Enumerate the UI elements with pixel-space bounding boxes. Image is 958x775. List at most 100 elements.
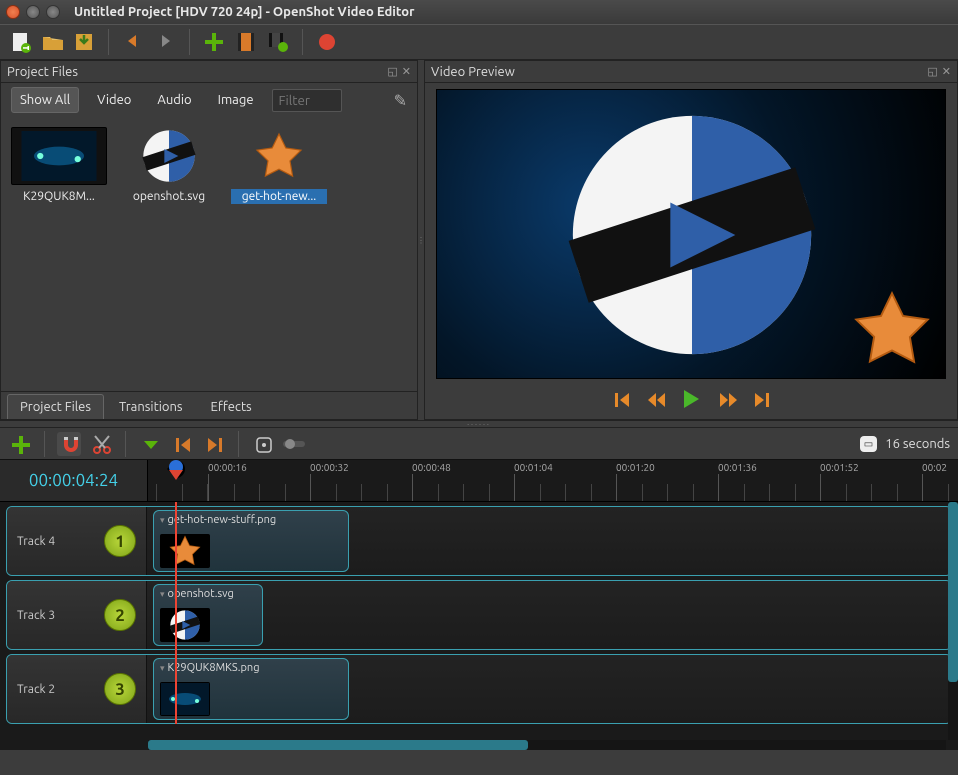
track-header[interactable]: Track 4 1 bbox=[7, 507, 147, 575]
undo-button[interactable] bbox=[121, 30, 145, 54]
ruler-label: 00:01:20 bbox=[616, 462, 655, 473]
timeline-toolbar: ▭ 16 seconds bbox=[0, 428, 958, 460]
chevron-down-icon: ▾ bbox=[160, 515, 165, 526]
new-project-button[interactable] bbox=[8, 30, 32, 54]
preview-screen[interactable] bbox=[436, 89, 946, 379]
filter-show-all-button[interactable]: Show All bbox=[11, 87, 79, 113]
previous-marker-button[interactable] bbox=[170, 432, 194, 456]
open-project-button[interactable] bbox=[40, 30, 64, 54]
chevron-down-icon: ▾ bbox=[160, 589, 165, 600]
track-row[interactable]: Track 3 2 ▾openshot.svg bbox=[6, 580, 952, 650]
clip-thumbnail bbox=[160, 608, 210, 642]
file-item[interactable]: openshot.svg bbox=[121, 127, 217, 204]
jump-start-button[interactable] bbox=[611, 389, 631, 409]
clip-thumbnail bbox=[160, 534, 210, 568]
file-item[interactable]: get-hot-new... bbox=[231, 127, 327, 204]
clip-title: ▾get-hot-new-stuff.png bbox=[154, 511, 348, 529]
horizontal-splitter[interactable]: ······ bbox=[0, 420, 958, 428]
track-header[interactable]: Track 3 2 bbox=[7, 581, 147, 649]
import-files-button[interactable] bbox=[202, 30, 226, 54]
tab-project-files[interactable]: Project Files bbox=[7, 394, 104, 419]
filter-audio-button[interactable]: Audio bbox=[149, 88, 199, 112]
clip-thumbnail bbox=[160, 682, 210, 716]
timeline-v-scrollbar[interactable] bbox=[948, 502, 958, 740]
zoom-slider[interactable] bbox=[283, 441, 305, 447]
project-files-title: Project Files bbox=[7, 65, 78, 79]
file-label: K29QUK8M... bbox=[11, 189, 107, 204]
panel-float-icon[interactable]: ◱ bbox=[387, 65, 397, 78]
panel-close-icon[interactable]: ✕ bbox=[942, 65, 951, 78]
playback-controls bbox=[611, 383, 771, 415]
window-title: Untitled Project [HDV 720 24p] - OpenSho… bbox=[74, 5, 414, 19]
center-playhead-button[interactable] bbox=[251, 432, 275, 456]
timeline-ruler[interactable]: 00:00:1600:00:3200:00:4800:01:0400:01:20… bbox=[148, 460, 958, 501]
add-marker-button[interactable] bbox=[138, 432, 162, 456]
track-name: Track 2 bbox=[17, 683, 55, 696]
timeline-v-scroll-thumb[interactable] bbox=[948, 502, 958, 682]
track-body[interactable]: ▾openshot.svg bbox=[147, 581, 951, 649]
panel-float-icon[interactable]: ◱ bbox=[927, 65, 937, 78]
window-minimize-button[interactable] bbox=[26, 5, 40, 19]
ruler-label: 00:01:36 bbox=[718, 462, 757, 473]
record-button[interactable] bbox=[315, 30, 339, 54]
toolbar-separator bbox=[302, 29, 303, 55]
ruler-label: 00:01:52 bbox=[820, 462, 859, 473]
file-item[interactable]: K29QUK8M... bbox=[11, 127, 107, 204]
track-badge: 1 bbox=[104, 525, 136, 557]
zoom-badge-icon: ▭ bbox=[860, 436, 877, 452]
window-close-button[interactable] bbox=[6, 5, 20, 19]
track-body[interactable]: ▾get-hot-new-stuff.png bbox=[147, 507, 951, 575]
timeline-h-scroll-thumb[interactable] bbox=[148, 740, 528, 750]
timeline: 00:00:04:24 00:00:1600:00:3200:00:4800:0… bbox=[0, 460, 958, 750]
track-body[interactable]: ▾K29QUK8MKS.png bbox=[147, 655, 951, 723]
track-header[interactable]: Track 2 3 bbox=[7, 655, 147, 723]
export-video-button[interactable] bbox=[266, 30, 290, 54]
ruler-label: 00:00:32 bbox=[310, 462, 349, 473]
clear-filter-icon[interactable]: ✎ bbox=[394, 91, 407, 110]
track-badge: 2 bbox=[104, 599, 136, 631]
track-name: Track 4 bbox=[17, 535, 55, 548]
jump-end-button[interactable] bbox=[751, 389, 771, 409]
filter-image-button[interactable]: Image bbox=[210, 88, 262, 112]
tab-transitions[interactable]: Transitions bbox=[106, 394, 196, 419]
track-badge: 3 bbox=[104, 673, 136, 705]
project-tabs: Project Files Transitions Effects bbox=[1, 391, 417, 419]
project-files-panel: Project Files ◱ ✕ Show All Video Audio I… bbox=[0, 60, 418, 420]
window-maximize-button[interactable] bbox=[46, 5, 60, 19]
rewind-button[interactable] bbox=[645, 389, 665, 409]
playhead-line[interactable] bbox=[175, 502, 177, 724]
filter-row: Show All Video Audio Image ✎ bbox=[1, 83, 417, 117]
play-button[interactable] bbox=[679, 387, 703, 411]
tab-effects[interactable]: Effects bbox=[198, 394, 265, 419]
razor-button[interactable] bbox=[89, 432, 113, 456]
track-row[interactable]: Track 4 1 ▾get-hot-new-stuff.png bbox=[6, 506, 952, 576]
filter-video-button[interactable]: Video bbox=[89, 88, 139, 112]
timecode-display[interactable]: 00:00:04:24 bbox=[0, 460, 148, 501]
timeline-clip[interactable]: ▾K29QUK8MKS.png bbox=[153, 658, 349, 720]
save-project-button[interactable] bbox=[72, 30, 96, 54]
track-row[interactable]: Track 2 3 ▾K29QUK8MKS.png bbox=[6, 654, 952, 724]
video-preview-title: Video Preview bbox=[431, 65, 515, 79]
clip-title: ▾K29QUK8MKS.png bbox=[154, 659, 348, 677]
filter-input[interactable] bbox=[272, 89, 342, 112]
timeline-clip[interactable]: ▾get-hot-new-stuff.png bbox=[153, 510, 349, 572]
files-grid[interactable]: K29QUK8M... openshot.svg get-hot-new... bbox=[1, 117, 417, 391]
next-marker-button[interactable] bbox=[202, 432, 226, 456]
timeline-clip[interactable]: ▾openshot.svg bbox=[153, 584, 263, 646]
toolbar-separator bbox=[189, 29, 190, 55]
window-titlebar: Untitled Project [HDV 720 24p] - OpenSho… bbox=[0, 0, 958, 24]
ruler-label: 00:02 bbox=[922, 462, 947, 473]
main-toolbar bbox=[0, 24, 958, 60]
snapping-button[interactable] bbox=[57, 432, 81, 456]
chevron-down-icon: ▾ bbox=[160, 663, 165, 674]
video-preview-panel: Video Preview ◱ ✕ bbox=[424, 60, 958, 420]
file-label: openshot.svg bbox=[121, 189, 217, 204]
toolbar-separator bbox=[108, 29, 109, 55]
add-track-button[interactable] bbox=[8, 432, 32, 456]
fast-forward-button[interactable] bbox=[717, 389, 737, 409]
panel-close-icon[interactable]: ✕ bbox=[402, 65, 411, 78]
timeline-h-scrollbar[interactable] bbox=[148, 740, 946, 750]
ruler-label: 00:00:48 bbox=[412, 462, 451, 473]
choose-profile-button[interactable] bbox=[234, 30, 258, 54]
redo-button[interactable] bbox=[153, 30, 177, 54]
